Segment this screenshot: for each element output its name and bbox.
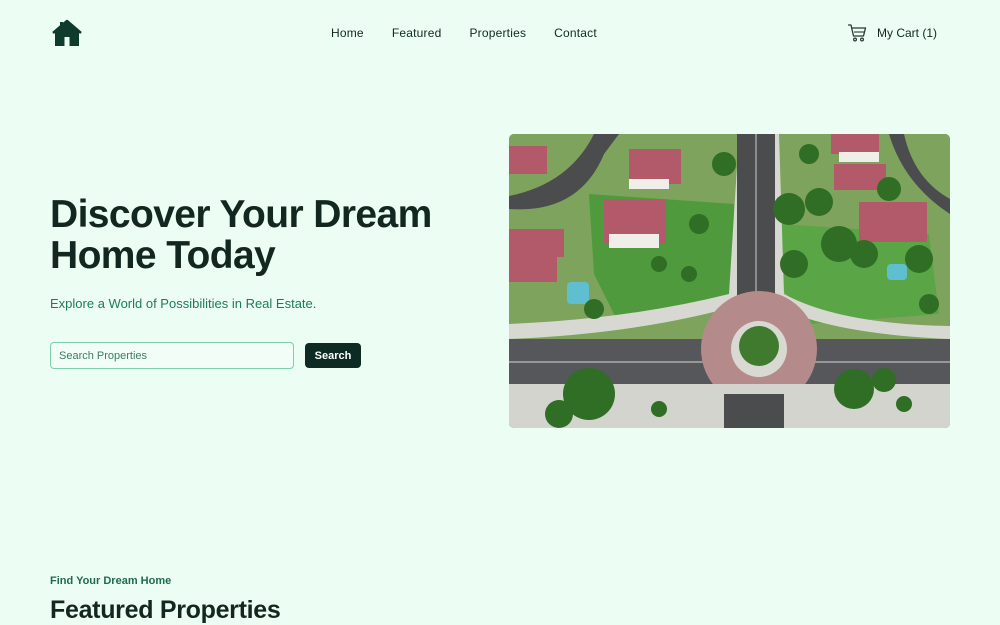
cart-icon [847,23,867,43]
aerial-neighborhood-image [509,134,950,428]
main-menu: Home Featured Properties Contact [331,26,597,40]
search-input[interactable] [50,342,294,369]
nav-featured-link[interactable]: Featured [392,26,442,40]
cart-label: My Cart (1) [877,26,937,40]
top-navigation: Home Featured Properties Contact My Cart… [0,0,1000,66]
house-logo-icon[interactable] [52,19,82,47]
hero-subtitle: Explore a World of Possibilities in Real… [50,296,317,311]
featured-eyebrow: Find Your Dream Home [50,575,172,587]
nav-contact-link[interactable]: Contact [554,26,597,40]
nav-home-link[interactable]: Home [331,26,364,40]
nav-properties-link[interactable]: Properties [469,26,526,40]
cart-button[interactable]: My Cart (1) [847,23,937,43]
hero-title: Discover Your Dream Home Today [50,193,432,277]
search-button[interactable]: Search [305,343,361,368]
featured-title: Featured Properties [50,596,281,624]
